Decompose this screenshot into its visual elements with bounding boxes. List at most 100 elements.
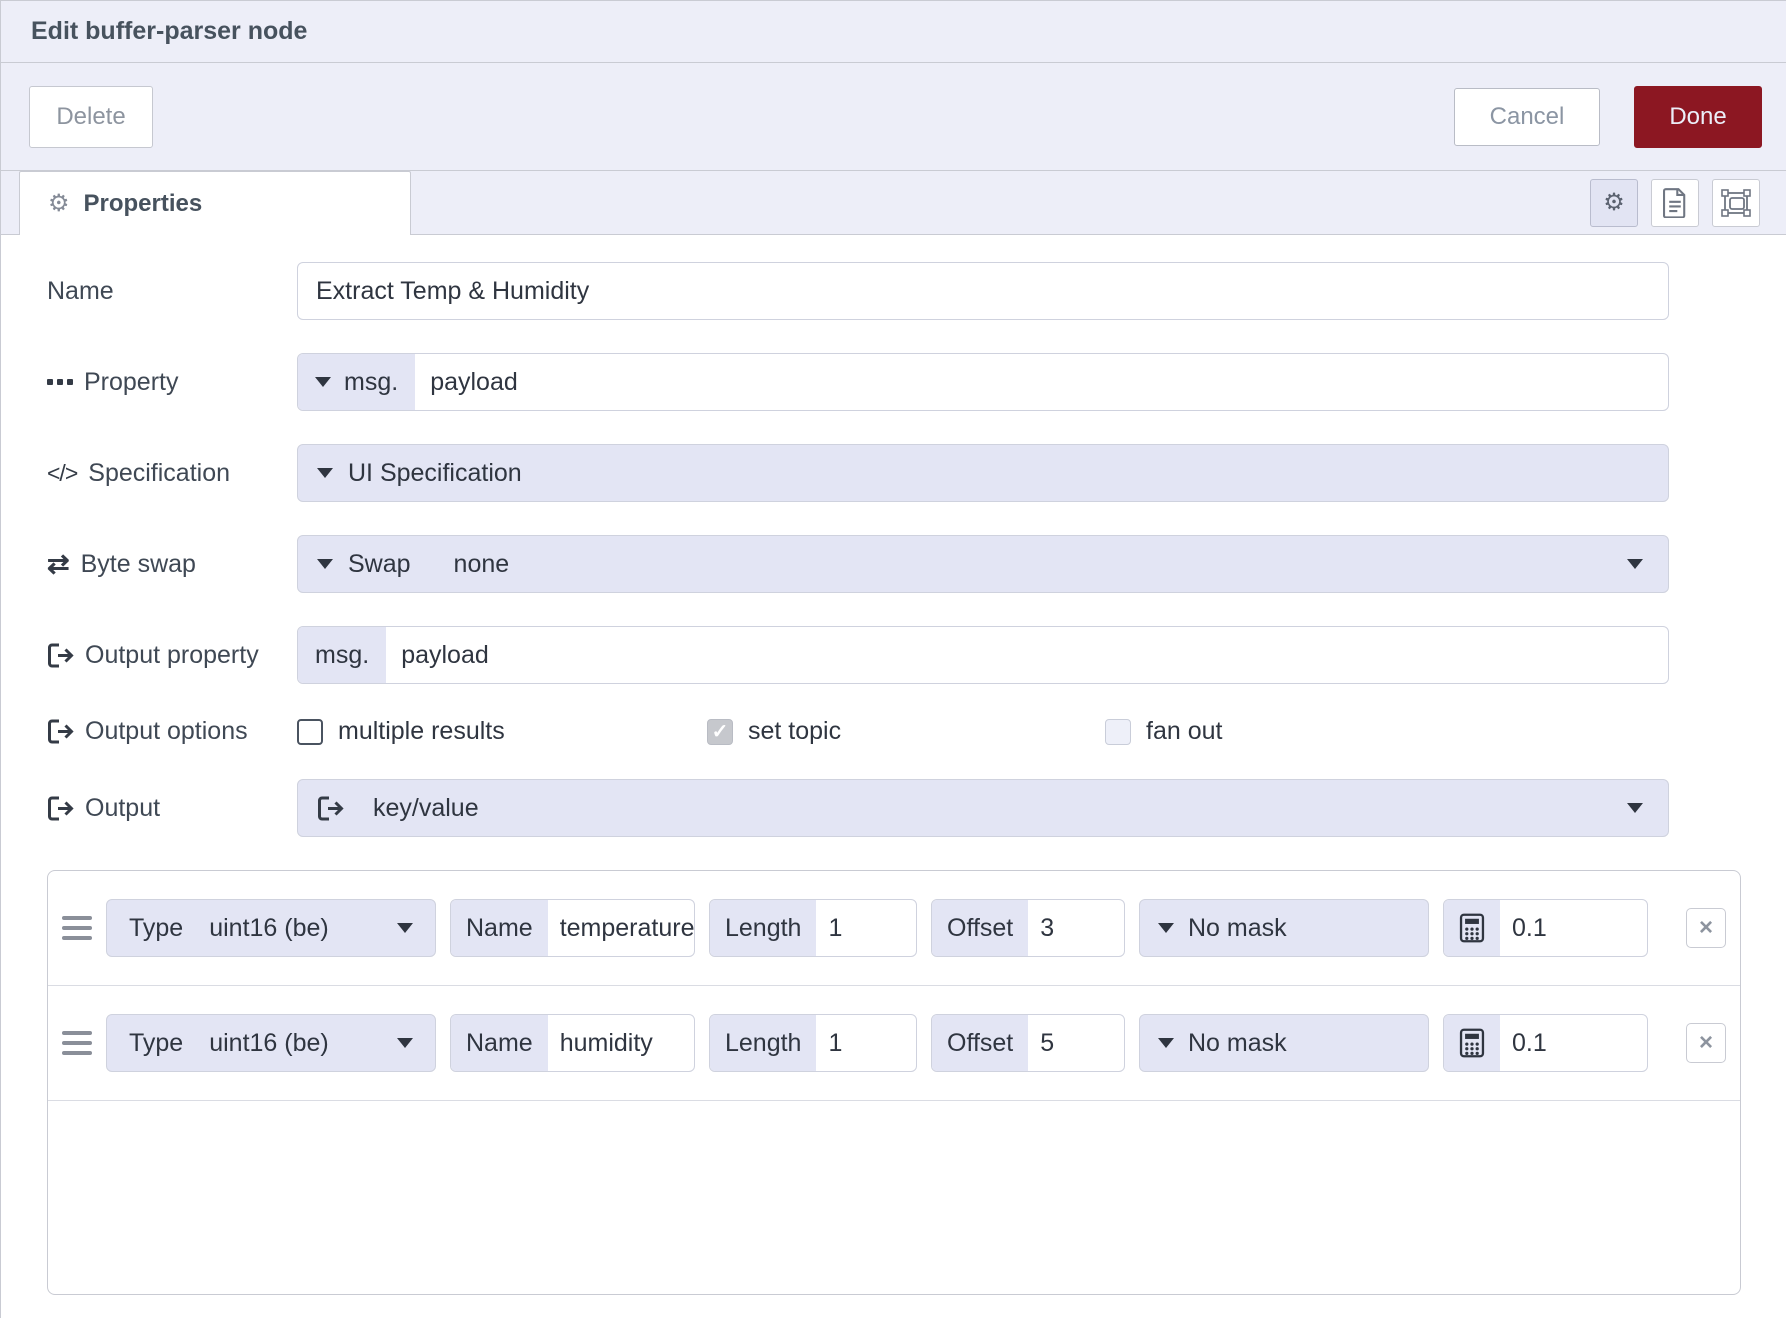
fan-out-label: fan out: [1146, 717, 1222, 746]
item-length-label: Length: [710, 1015, 816, 1071]
calculator-icon: [1444, 1015, 1500, 1071]
code-icon: </>: [47, 460, 77, 487]
multiple-results-option: multiple results: [297, 717, 707, 746]
output-select[interactable]: key/value: [297, 779, 1669, 837]
fan-out-checkbox[interactable]: [1105, 719, 1131, 745]
chevron-down-icon: [317, 468, 333, 478]
chevron-down-icon: [1158, 1038, 1174, 1048]
row-specification: </> Specification UI Specification: [47, 444, 1740, 502]
item-type-value: uint16 (be): [209, 914, 329, 943]
drag-handle-icon[interactable]: [62, 1031, 92, 1055]
byte-swap-label-wrap: ⇄ Byte swap: [47, 550, 297, 579]
chevron-down-icon: [1158, 923, 1174, 933]
appearance-icon: [1721, 189, 1751, 217]
specification-value: UI Specification: [348, 459, 522, 488]
output-options-label-wrap: Output options: [47, 717, 297, 746]
tab-properties[interactable]: ⚙ Properties: [19, 171, 411, 235]
output-value: key/value: [373, 794, 479, 823]
name-value: Extract Temp & Humidity: [298, 277, 589, 306]
property-type-button[interactable]: msg.: [298, 354, 415, 410]
appearance-view-button[interactable]: [1712, 179, 1760, 227]
tab-bar: ⚙ Properties ⚙: [1, 171, 1786, 235]
parse-item-row: Type uint16 (be) Name humidity Length 1 …: [48, 986, 1740, 1101]
byte-swap-label: Byte swap: [81, 550, 196, 579]
multiple-results-label: multiple results: [338, 717, 505, 746]
output-label: Output: [85, 794, 160, 823]
item-type-select[interactable]: Type uint16 (be): [106, 1014, 436, 1072]
byte-swap-value: none: [454, 550, 510, 579]
item-length-input[interactable]: Length 1: [709, 1014, 917, 1072]
document-icon: [1662, 188, 1688, 218]
specification-label: Specification: [88, 459, 230, 488]
property-label: Property: [84, 368, 178, 397]
sign-out-icon: [47, 719, 74, 744]
dialog-title: Edit buffer-parser node: [31, 17, 307, 46]
property-label-wrap: Property: [47, 368, 297, 397]
item-length-value: 1: [816, 914, 842, 943]
item-offset-label: Offset: [932, 1015, 1028, 1071]
properties-panel: Name Extract Temp & Humidity Property ms…: [1, 235, 1786, 1318]
ellipsis-icon: [47, 379, 73, 385]
row-byte-swap: ⇄ Byte swap Swap none: [47, 535, 1740, 593]
done-button[interactable]: Done: [1634, 86, 1762, 148]
properties-view-button[interactable]: ⚙: [1590, 179, 1638, 227]
sign-out-icon: [317, 796, 344, 821]
drag-handle-icon[interactable]: [62, 916, 92, 940]
output-property-type-button[interactable]: msg.: [298, 627, 386, 683]
cancel-button[interactable]: Cancel: [1454, 88, 1600, 146]
name-label-wrap: Name: [47, 277, 297, 306]
item-scale-input[interactable]: 0.1: [1443, 1014, 1648, 1072]
row-output-property: Output property msg. payload: [47, 626, 1740, 684]
row-name: Name Extract Temp & Humidity: [47, 262, 1740, 320]
item-offset-input[interactable]: Offset 3: [931, 899, 1125, 957]
item-offset-value: 5: [1028, 1029, 1054, 1058]
specification-select[interactable]: UI Specification: [297, 444, 1669, 502]
dialog-toolbar: Delete Cancel Done: [1, 63, 1786, 171]
item-type-select[interactable]: Type uint16 (be): [106, 899, 436, 957]
item-name-value: temperature: [548, 914, 695, 943]
name-input[interactable]: Extract Temp & Humidity: [297, 262, 1669, 320]
delete-button[interactable]: Delete: [29, 86, 153, 148]
property-input[interactable]: msg. payload: [297, 353, 1669, 411]
chevron-down-icon: [1627, 559, 1643, 569]
item-mask-select[interactable]: No mask: [1139, 899, 1429, 957]
item-name-input[interactable]: Name temperature: [450, 899, 695, 957]
item-mask-select[interactable]: No mask: [1139, 1014, 1429, 1072]
remove-item-button[interactable]: ×: [1686, 1023, 1726, 1063]
property-value: payload: [415, 368, 518, 397]
item-scale-input[interactable]: 0.1: [1443, 899, 1648, 957]
specification-label-wrap: </> Specification: [47, 459, 297, 488]
item-length-input[interactable]: Length 1: [709, 899, 917, 957]
swap-arrows-icon: ⇄: [47, 551, 70, 578]
output-options-group: multiple results set topic fan out: [297, 717, 1669, 746]
gear-icon: ⚙: [1603, 191, 1625, 215]
item-offset-value: 3: [1028, 914, 1054, 943]
calculator-icon: [1444, 900, 1500, 956]
tab-properties-label: Properties: [84, 190, 203, 218]
chevron-down-icon: [1627, 803, 1643, 813]
output-property-label-wrap: Output property: [47, 641, 297, 670]
multiple-results-checkbox[interactable]: [297, 719, 323, 745]
description-view-button[interactable]: [1651, 179, 1699, 227]
set-topic-option: set topic: [707, 717, 1105, 746]
output-property-prefix: msg.: [315, 641, 369, 670]
row-output-options: Output options multiple results set topi…: [47, 717, 1740, 746]
item-name-input[interactable]: Name humidity: [450, 1014, 695, 1072]
item-type-value: uint16 (be): [209, 1029, 329, 1058]
output-property-input[interactable]: msg. payload: [297, 626, 1669, 684]
row-output: Output key/value: [47, 779, 1740, 837]
item-offset-label: Offset: [932, 900, 1028, 956]
item-name-label: Name: [451, 900, 548, 956]
set-topic-checkbox[interactable]: [707, 719, 733, 745]
item-scale-value: 0.1: [1500, 914, 1547, 943]
byte-swap-select[interactable]: Swap none: [297, 535, 1669, 593]
byte-swap-prefix: Swap: [348, 550, 411, 579]
chevron-down-icon: [317, 559, 333, 569]
chevron-down-icon: [397, 1038, 413, 1048]
item-length-value: 1: [816, 1029, 842, 1058]
item-offset-input[interactable]: Offset 5: [931, 1014, 1125, 1072]
item-scale-value: 0.1: [1500, 1029, 1547, 1058]
remove-item-button[interactable]: ×: [1686, 908, 1726, 948]
set-topic-label: set topic: [748, 717, 841, 746]
item-type-label: Type: [129, 914, 183, 943]
